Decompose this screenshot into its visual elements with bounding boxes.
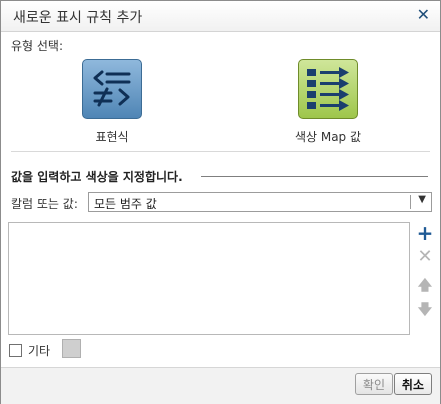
section-divider [201, 176, 428, 177]
cancel-button[interactable]: 취소 [393, 373, 432, 395]
other-checkbox[interactable] [9, 344, 22, 357]
column-or-value-select[interactable]: 모든 범주 값 ▼ [88, 192, 432, 212]
values-list[interactable] [8, 222, 410, 335]
type-option-color-map-values-label: 색상 Map 값 [294, 130, 362, 144]
dialog-titlebar: 새로운 표시 규칙 추가 ✕ [1, 1, 440, 32]
move-down-icon[interactable]: 🡇 [415, 299, 435, 323]
add-icon[interactable]: + [415, 221, 435, 245]
select-separator [410, 195, 411, 209]
other-label: 기타 [28, 344, 51, 358]
dialog-title: 새로운 표시 규칙 추가 [13, 10, 143, 26]
type-option-expression[interactable]: 표현식 [52, 59, 172, 145]
delete-icon[interactable]: ✕ [415, 246, 435, 267]
chevron-down-icon[interactable]: ▼ [418, 194, 426, 205]
type-option-expression-label: 표현식 [95, 130, 129, 144]
color-map-values-icon [298, 59, 358, 119]
column-or-value-label: 칼럼 또는 값: [11, 197, 78, 211]
type-select-label: 유형 선택: [11, 39, 64, 53]
other-color-swatch[interactable] [62, 339, 81, 358]
add-display-rule-dialog: 새로운 표시 규칙 추가 ✕ 유형 선택: 표현식 색상 Map 값 값을 입력… [0, 0, 441, 404]
close-icon[interactable]: ✕ [417, 5, 430, 24]
column-or-value-selected: 모든 범주 값 [94, 197, 157, 211]
divider [11, 151, 430, 152]
ok-button[interactable]: 확인 [354, 373, 393, 395]
section-title: 값을 입력하고 색상을 지정합니다. [11, 170, 183, 184]
expression-icon [82, 59, 142, 119]
move-up-icon[interactable]: 🡅 [415, 275, 435, 299]
type-option-color-map-values[interactable]: 색상 Map 값 [268, 59, 388, 145]
dialog-footer: 확인 취소 [1, 367, 440, 404]
